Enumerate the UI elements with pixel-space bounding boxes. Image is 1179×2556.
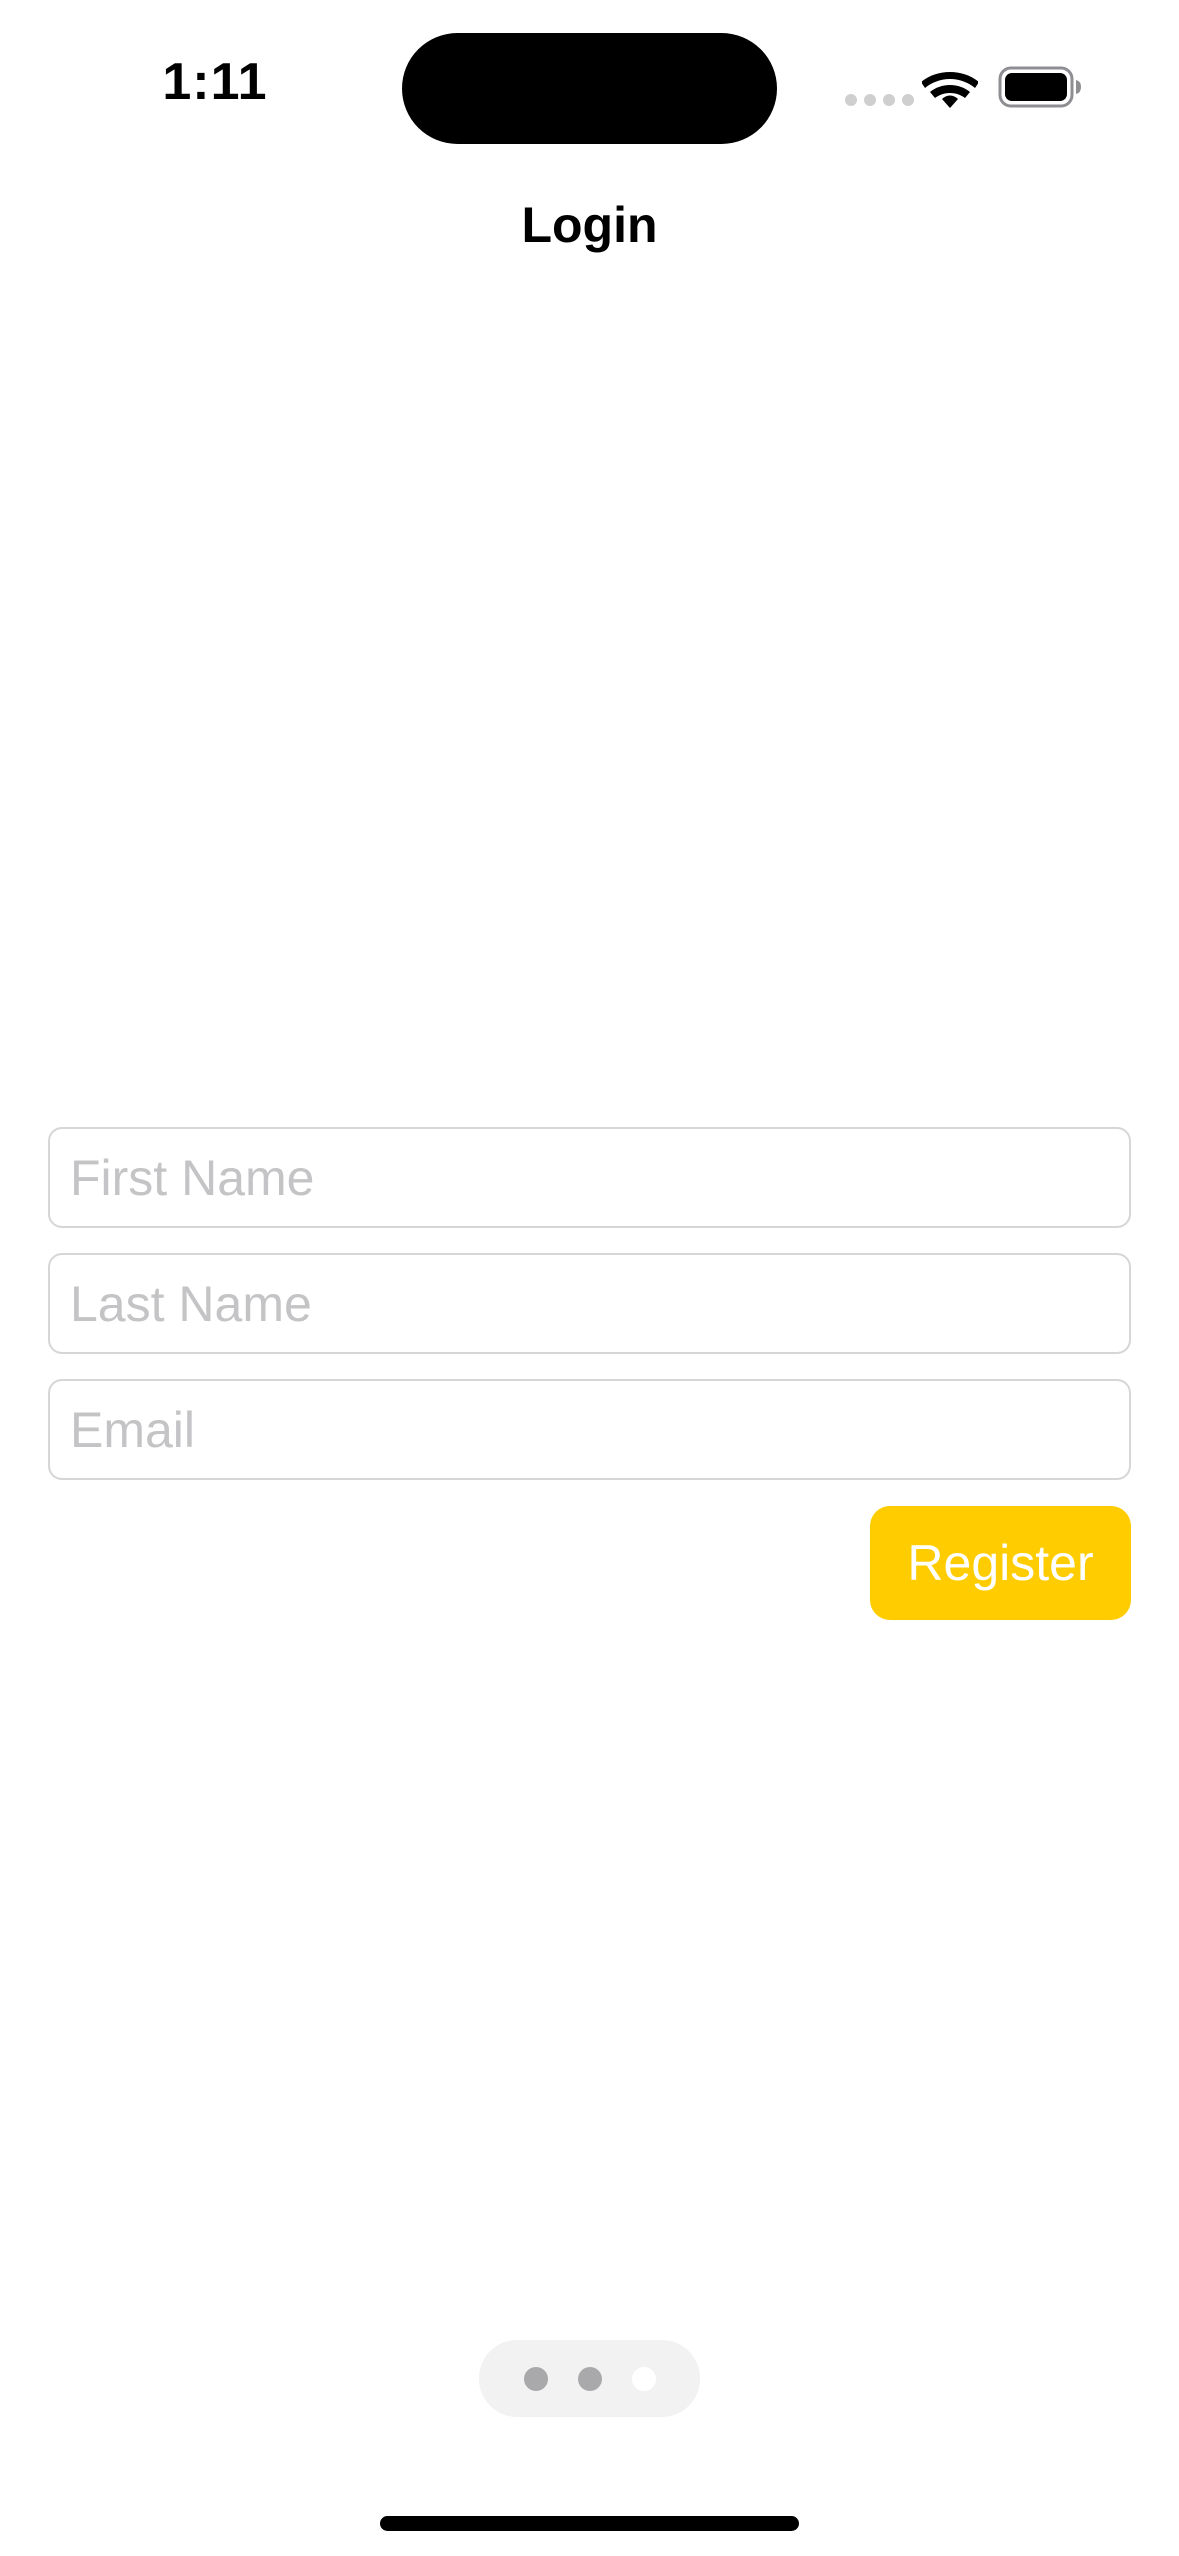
page-dot[interactable] (523, 2366, 548, 2391)
wifi-icon (922, 72, 978, 108)
cellular-signal-icon (845, 94, 914, 106)
signal-bar (883, 94, 895, 106)
login-screen: 1:11 Login Register (0, 0, 1179, 2556)
signal-bar (845, 94, 857, 106)
home-indicator[interactable] (380, 2516, 799, 2531)
last-name-field[interactable] (48, 1253, 1131, 1354)
page-dot-current[interactable] (631, 2366, 656, 2391)
status-time: 1:11 (162, 53, 268, 111)
register-button[interactable]: Register (870, 1506, 1131, 1620)
page-control[interactable] (479, 2340, 700, 2417)
email-field[interactable] (48, 1379, 1131, 1480)
first-name-field[interactable] (48, 1127, 1131, 1228)
page-dot[interactable] (577, 2366, 602, 2391)
battery-icon (998, 66, 1081, 108)
signal-bar (864, 94, 876, 106)
dynamic-island (402, 33, 777, 144)
signal-bar (902, 94, 914, 106)
page-title: Login (521, 197, 658, 253)
